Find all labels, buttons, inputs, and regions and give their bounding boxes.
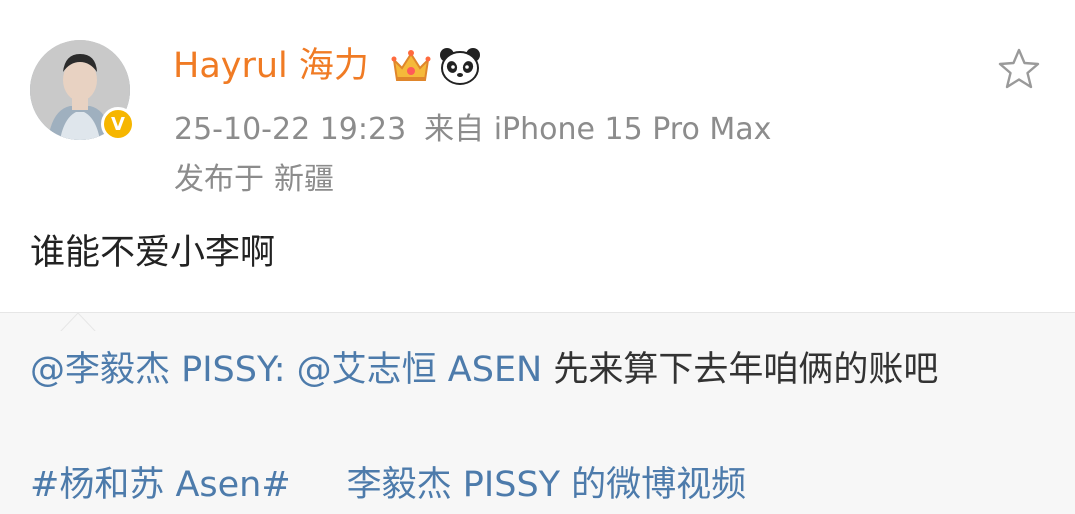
hashtag-link[interactable]: #杨和苏 Asen# (30, 465, 291, 505)
repost-mention[interactable]: @艾志恒 ASEN (297, 350, 543, 390)
panda-icon (440, 48, 480, 85)
crown-icon (391, 50, 431, 81)
repost-content: @李毅杰 PISSY: @艾志恒 ASEN 先来算下去年咱俩的账吧 (30, 347, 938, 393)
post-meta: 25-10-22 19:23 来自 iPhone 15 Pro Max (174, 110, 771, 150)
repost-text: 先来算下去年咱俩的账吧 (553, 350, 939, 390)
post-source: 来自 iPhone 15 Pro Max (424, 112, 772, 147)
verified-mark: V (111, 113, 125, 135)
location-label: 发布于 (174, 162, 264, 197)
location-value: 新疆 (274, 162, 334, 197)
favorite-star-icon[interactable] (996, 46, 1042, 92)
post-location: 发布于 新疆 (174, 160, 334, 200)
repost-links: #杨和苏 Asen# 李毅杰 PISSY 的微博视频 (30, 462, 746, 508)
username[interactable]: Hayrul 海力 (173, 42, 369, 90)
verified-badge: V (101, 107, 135, 141)
repost-colon: : (273, 350, 286, 390)
repost-author-mention[interactable]: @李毅杰 PISSY (30, 350, 274, 390)
post-text: 谁能不爱小李啊 (30, 233, 276, 273)
timestamp: 25-10-22 19:23 (174, 112, 407, 147)
video-link[interactable]: 李毅杰 PISSY 的微博视频 (347, 465, 747, 505)
repost-caret (60, 312, 96, 332)
